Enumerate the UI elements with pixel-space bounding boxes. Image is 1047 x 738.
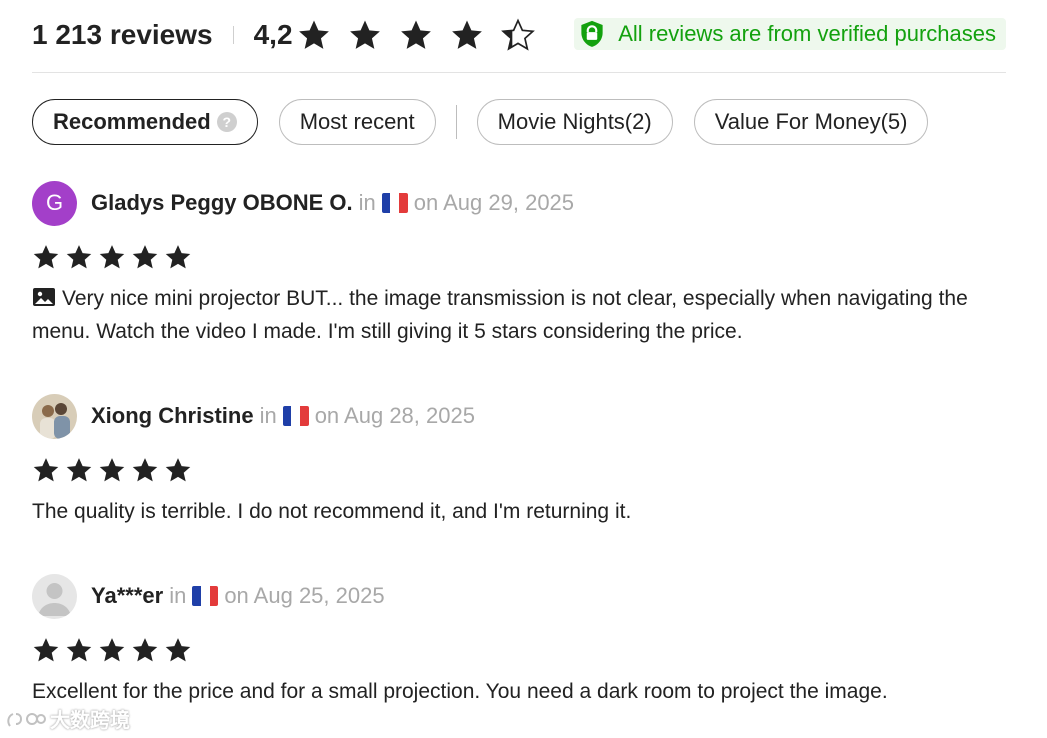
- france-flag-icon: [192, 586, 219, 606]
- verified-text: All reviews are from verified purchases: [618, 21, 996, 46]
- tab-label: Recommended: [53, 109, 211, 134]
- star-filled-icon: [33, 458, 59, 482]
- star-filled-icon: [165, 458, 191, 482]
- reviewer-location-prefix: in: [259, 403, 277, 428]
- review-item: G Gladys Peggy OBONE O. in on Aug 29, 20…: [32, 180, 1012, 348]
- star-filled-icon: [298, 20, 329, 49]
- verified-purchases-badge: All reviews are from verified purchases: [574, 18, 1006, 50]
- watermark-text: 大数跨境: [50, 710, 130, 732]
- review-date: on Aug 29, 2025: [413, 190, 575, 215]
- star-filled-icon: [400, 20, 431, 49]
- review-date: on Aug 28, 2025: [314, 403, 475, 428]
- star-filled-icon: [349, 20, 380, 49]
- star-filled-icon: [66, 638, 92, 662]
- image-icon[interactable]: [32, 286, 56, 308]
- star-partial-icon: [500, 18, 535, 51]
- star-filled-icon: [66, 245, 92, 269]
- star-filled-icon: [33, 638, 59, 662]
- star-filled-icon: [33, 245, 59, 269]
- tab-value-for-money[interactable]: Value For Money(5): [693, 99, 929, 145]
- reviewer-name[interactable]: Xiong Christine: [91, 403, 254, 429]
- watermark: 大数跨境: [6, 704, 130, 733]
- star-filled-icon: [165, 245, 191, 269]
- reviewer-location-prefix: in: [169, 583, 187, 608]
- france-flag-icon: [381, 193, 408, 213]
- review-item: Xiong Christine in on Aug 28, 2025 The q…: [32, 393, 1012, 528]
- tab-recommended[interactable]: Recommended ?: [32, 99, 258, 145]
- watermark-logo-icon: [7, 712, 46, 727]
- star-filled-icon: [165, 638, 191, 662]
- average-rating-stars: [297, 18, 535, 52]
- star-filled-icon: [132, 458, 158, 482]
- reviewer-name[interactable]: Ya***er: [91, 583, 163, 609]
- review-stars: [32, 635, 1012, 665]
- tab-movie-nights[interactable]: Movie Nights(2): [476, 99, 673, 145]
- star-filled-icon: [99, 458, 125, 482]
- review-text: The quality is terrible. I do not recomm…: [32, 495, 1012, 528]
- avatar[interactable]: [32, 573, 77, 619]
- review-count: 1 213 reviews: [32, 19, 213, 50]
- review-stars: [32, 455, 1012, 485]
- review-filter-tabs: Recommended ? Most recent Movie Nights(2…: [32, 98, 929, 146]
- review-stars: [32, 242, 1012, 272]
- tab-label: Movie Nights(2): [497, 109, 652, 134]
- star-filled-icon: [451, 20, 482, 49]
- star-filled-icon: [132, 638, 158, 662]
- review-item: Ya***er in on Aug 25, 2025 Excellent for…: [32, 573, 1012, 708]
- reviews-summary: 1 213 reviews 4,2 All reviews are from v…: [32, 14, 1006, 56]
- star-filled-icon: [132, 245, 158, 269]
- star-filled-icon: [66, 458, 92, 482]
- reviewer-location-prefix: in: [358, 190, 376, 215]
- tab-divider: [455, 105, 457, 139]
- review-text: Excellent for the price and for a small …: [32, 675, 1012, 708]
- review-body: The quality is terrible. I do not recomm…: [32, 500, 632, 523]
- header-divider: [32, 72, 1006, 73]
- tab-label: Value For Money(5): [714, 109, 908, 134]
- tab-most-recent[interactable]: Most recent: [278, 99, 436, 145]
- star-filled-icon: [99, 638, 125, 662]
- avatar[interactable]: [32, 393, 77, 439]
- france-flag-icon: [282, 406, 309, 426]
- star-filled-icon: [99, 245, 125, 269]
- reviewer-name[interactable]: Gladys Peggy OBONE O.: [91, 190, 353, 216]
- review-body: Very nice mini projector BUT... the imag…: [32, 287, 968, 343]
- review-body: Excellent for the price and for a small …: [32, 680, 888, 703]
- average-rating: 4,2: [253, 19, 293, 50]
- review-text: Very nice mini projector BUT... the imag…: [32, 282, 1012, 348]
- tab-label: Most recent: [299, 109, 415, 134]
- review-date: on Aug 25, 2025: [224, 583, 385, 608]
- shield-check-icon: [576, 18, 608, 50]
- summary-divider: [232, 26, 234, 44]
- help-icon[interactable]: ?: [216, 112, 237, 132]
- avatar[interactable]: G: [32, 180, 77, 226]
